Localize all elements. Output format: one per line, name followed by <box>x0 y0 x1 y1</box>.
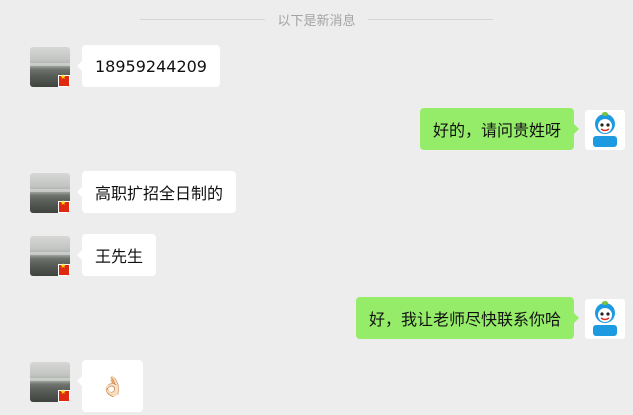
ok-hand-emoji-icon: 👌🏻 <box>100 374 125 398</box>
contact-avatar[interactable] <box>30 236 70 276</box>
china-flag-icon <box>58 262 70 276</box>
incoming-message-bubble[interactable]: 18959244209 <box>77 45 220 87</box>
china-flag-icon <box>58 199 70 213</box>
china-flag-icon <box>58 388 70 402</box>
divider-line-right <box>367 18 493 20</box>
incoming-message-bubble[interactable]: 高职扩招全日制的 <box>76 171 237 213</box>
outgoing-message-bubble[interactable]: 好，我让老师尽快联系你哈 <box>355 297 580 339</box>
new-messages-label: 以下是新消息 <box>277 13 356 29</box>
message-text: 18959244209 <box>95 56 207 76</box>
contact-avatar[interactable] <box>30 173 70 213</box>
divider-line-left <box>140 18 266 20</box>
message-text: 好，我让老师尽快联系你哈 <box>368 310 561 329</box>
outgoing-message-bubble[interactable]: 好的，请问贵姓呀 <box>419 108 580 150</box>
china-flag-icon <box>58 73 70 87</box>
my-avatar[interactable] <box>585 110 625 150</box>
incoming-message-bubble[interactable]: 王先生 <box>76 234 157 276</box>
mascot-logo-icon <box>593 301 617 336</box>
incoming-message-bubble[interactable]: 👌🏻 <box>77 360 143 412</box>
contact-avatar[interactable] <box>30 362 70 402</box>
my-avatar[interactable] <box>585 299 625 339</box>
contact-avatar[interactable] <box>30 47 70 87</box>
message-text: 好的，请问贵姓呀 <box>432 121 561 140</box>
message-text: 高职扩招全日制的 <box>95 184 224 203</box>
mascot-logo-icon <box>593 112 617 147</box>
new-messages-divider: 以下是新消息 <box>0 9 633 29</box>
message-text: 王先生 <box>95 247 144 266</box>
